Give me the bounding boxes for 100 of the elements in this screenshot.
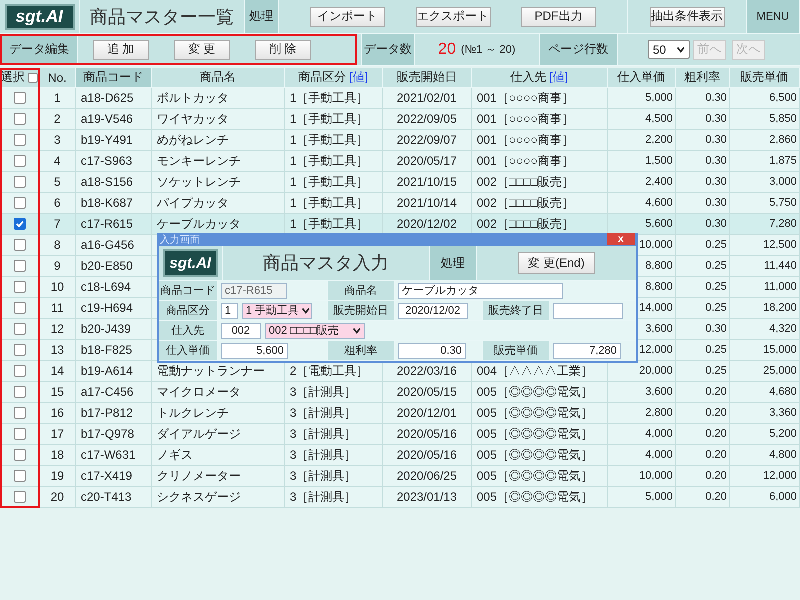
column-header[interactable]: 仕入先 [値] <box>472 68 608 88</box>
table-cell: 5,000 <box>608 88 676 109</box>
column-header[interactable]: No. <box>40 68 76 88</box>
table-cell: 001［○○○○商事］ <box>472 130 608 151</box>
table-cell: 2022/09/07 <box>383 130 472 151</box>
table-cell: 2020/12/02 <box>383 214 472 235</box>
row-checkbox[interactable] <box>14 428 26 440</box>
table-cell: 3,600 <box>608 382 676 403</box>
table-cell: 17 <box>40 424 76 445</box>
column-header[interactable]: 商品コード <box>76 68 152 88</box>
text-field[interactable]: 002 <box>221 322 261 338</box>
action-button[interactable]: PDF出力 <box>521 6 596 26</box>
row-checkbox[interactable] <box>14 260 26 272</box>
record-range: (№1 ～ 20) <box>461 43 516 57</box>
table-cell: 18,200 <box>730 298 800 319</box>
row-checkbox[interactable] <box>14 302 26 314</box>
table-cell: 2021/10/14 <box>383 193 472 214</box>
table-cell: 3［計測具］ <box>285 445 383 466</box>
row-checkbox[interactable] <box>14 449 26 461</box>
row-checkbox[interactable] <box>14 386 26 398</box>
table-cell: 3,000 <box>730 172 800 193</box>
filter-button[interactable]: 抽出条件表示 <box>650 6 724 26</box>
edit-button[interactable]: 変 更 <box>174 40 230 60</box>
field-label: 商品コード <box>159 281 218 301</box>
table-cell: c17-R615 <box>76 214 152 235</box>
row-checkbox[interactable] <box>14 470 26 482</box>
update-button[interactable]: 変 更(End) <box>518 252 595 274</box>
field-label: 販売終了日 <box>483 301 550 321</box>
menu-button[interactable]: MENU <box>747 0 800 33</box>
table-cell: 15,000 <box>730 340 800 361</box>
action-button[interactable]: エクスポート <box>416 6 490 26</box>
table-cell: マイクロメータ <box>152 382 285 403</box>
column-header[interactable]: 商品区分 [値] <box>285 68 383 88</box>
text-field[interactable]: 5,600 <box>221 342 288 358</box>
row-checkbox[interactable] <box>14 155 26 167</box>
table-cell: 002［□□□□販売］ <box>472 172 608 193</box>
table-cell: 0.20 <box>676 445 730 466</box>
table-cell: 4,000 <box>608 424 676 445</box>
table-cell: b19-A614 <box>76 361 152 382</box>
dropdown-select[interactable]: 1 手動工具 <box>242 302 312 318</box>
text-field[interactable]: 2020/12/02 <box>398 302 468 318</box>
table-cell: 2,860 <box>730 130 800 151</box>
text-field[interactable]: 7,280 <box>553 342 621 358</box>
text-field[interactable]: ケーブルカッタ <box>398 282 563 298</box>
column-header[interactable]: 商品名 <box>152 68 285 88</box>
caret-icon <box>677 46 685 52</box>
row-checkbox[interactable] <box>14 344 26 356</box>
table-cell: 004［△△△△工業］ <box>472 361 608 382</box>
edit-button[interactable]: 削 除 <box>255 40 311 60</box>
row-checkbox[interactable] <box>14 176 26 188</box>
column-header[interactable]: 販売単価 <box>730 68 800 88</box>
row-checkbox[interactable] <box>14 218 26 230</box>
close-button[interactable]: x <box>607 233 635 245</box>
table-cell: 0.25 <box>676 235 730 256</box>
row-checkbox[interactable] <box>14 323 26 335</box>
column-header[interactable]: 販売開始日 <box>383 68 472 88</box>
edit-button[interactable]: 追 加 <box>93 40 149 60</box>
value-link[interactable]: [値] <box>350 69 368 86</box>
action-button[interactable]: インポート <box>310 6 385 26</box>
table-cell: 16 <box>40 403 76 424</box>
table-cell: c19-H694 <box>76 298 152 319</box>
row-checkbox[interactable] <box>14 407 26 419</box>
table-cell: 20 <box>40 487 76 508</box>
page-size-select[interactable]: 50 <box>648 40 690 59</box>
select-all-checkbox[interactable] <box>28 72 38 82</box>
column-header[interactable]: 仕入単価 <box>608 68 676 88</box>
row-checkbox[interactable] <box>14 197 26 209</box>
table-cell: c20-T413 <box>76 487 152 508</box>
table-cell: 2022/03/16 <box>383 361 472 382</box>
table-cell: 2,200 <box>608 130 676 151</box>
text-field[interactable]: 0.30 <box>398 342 466 358</box>
value-link[interactable]: [値] <box>550 69 568 86</box>
row-checkbox[interactable] <box>14 491 26 503</box>
table-cell: 005［◎◎◎◎電気］ <box>472 466 608 487</box>
dropdown-select[interactable]: 002 □□□□販売 <box>265 322 365 338</box>
text-field[interactable]: 1 <box>221 302 238 318</box>
section-label: データ数 <box>362 34 415 65</box>
table-cell: 2020/12/01 <box>383 403 472 424</box>
table-cell: ボルトカッタ <box>152 88 285 109</box>
row-checkbox[interactable] <box>14 239 26 251</box>
column-header[interactable]: 粗利率 <box>676 68 730 88</box>
dialog-heading: 商品マスタ入力 <box>263 252 389 275</box>
table-cell: 1［手動工具］ <box>285 172 383 193</box>
table-cell: 0.30 <box>676 88 730 109</box>
table-cell: 0.25 <box>676 277 730 298</box>
row-checkbox[interactable] <box>14 134 26 146</box>
text-field[interactable] <box>553 302 623 318</box>
table-cell: 15 <box>40 382 76 403</box>
table-cell: 005［◎◎◎◎電気］ <box>472 424 608 445</box>
page-title: 商品マスター一覧 <box>90 6 234 28</box>
row-checkbox[interactable] <box>14 113 26 125</box>
table-cell: c17-X419 <box>76 466 152 487</box>
table-cell: 20,000 <box>608 361 676 382</box>
table-cell: b18-K687 <box>76 193 152 214</box>
table-cell: 11,440 <box>730 256 800 277</box>
row-checkbox[interactable] <box>14 92 26 104</box>
row-checkbox[interactable] <box>14 281 26 293</box>
row-checkbox[interactable] <box>14 365 26 377</box>
table-cell: 3,360 <box>730 403 800 424</box>
table-cell: c18-L694 <box>76 277 152 298</box>
